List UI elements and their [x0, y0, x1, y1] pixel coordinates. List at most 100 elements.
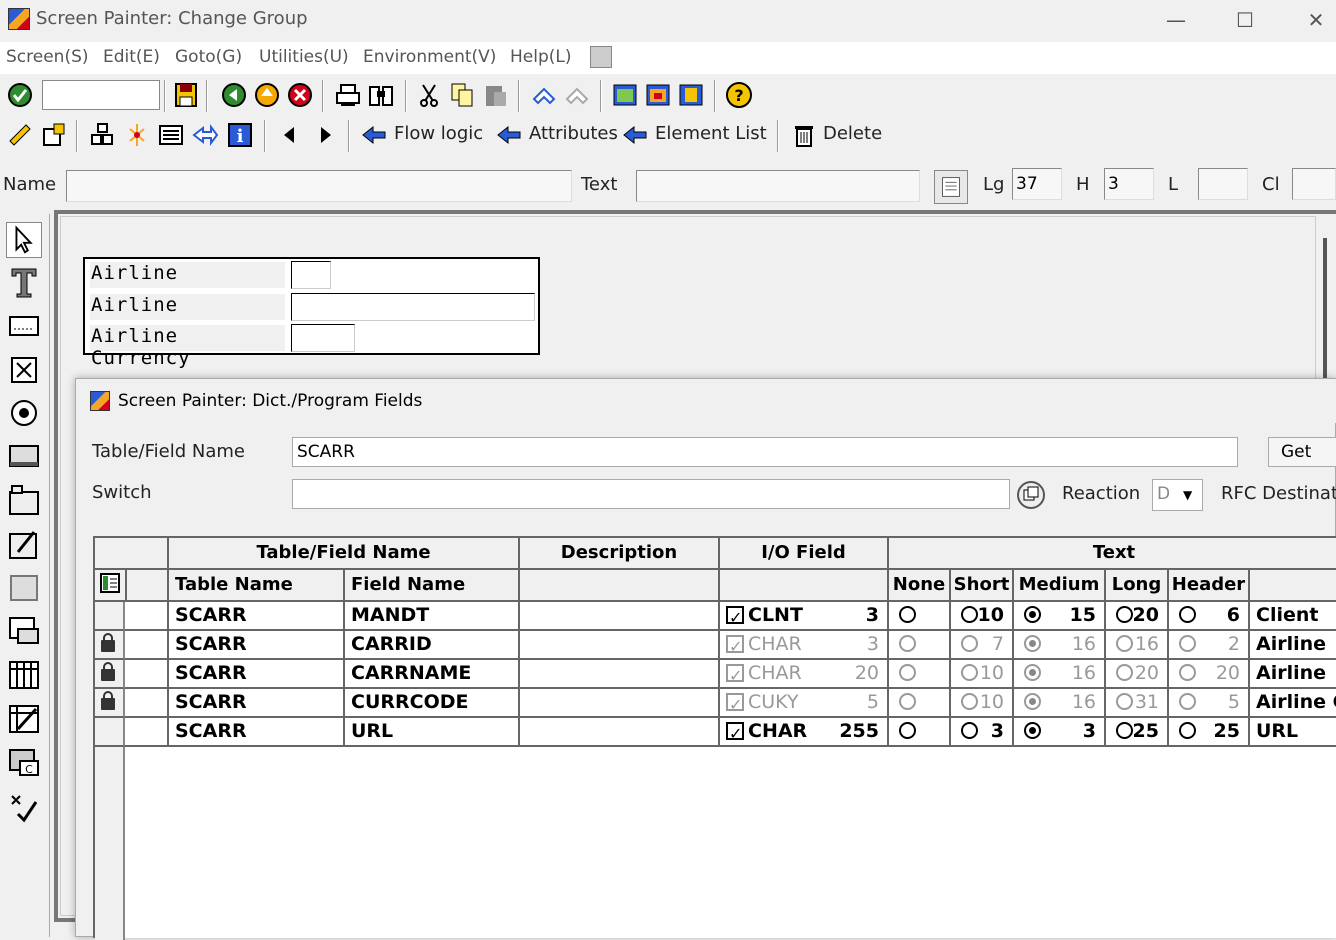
screen-input-field[interactable] — [291, 293, 535, 321]
column-field[interactable] — [1292, 168, 1336, 200]
text-short-radio[interactable] — [961, 635, 978, 652]
status-icon-tool-icon[interactable] — [6, 788, 42, 824]
pushbutton-tool-icon[interactable] — [6, 438, 42, 474]
io-field-checkbox[interactable] — [726, 720, 744, 745]
menu-goto[interactable]: Goto(G) — [175, 47, 242, 67]
col-header[interactable]: Header — [1169, 570, 1250, 602]
back-icon[interactable] — [220, 81, 248, 109]
text-short-radio[interactable] — [961, 693, 978, 710]
new-element-icon[interactable] — [123, 121, 151, 149]
text-long-radio[interactable] — [1116, 693, 1133, 710]
paste-icon[interactable] — [482, 81, 510, 109]
text-short-radio[interactable] — [961, 606, 978, 623]
text-none-radio[interactable] — [899, 635, 916, 652]
io-field-checkbox[interactable] — [726, 604, 744, 629]
tabstrip-tool-icon[interactable] — [6, 482, 42, 518]
enter-icon[interactable] — [6, 81, 34, 109]
text-header-radio[interactable] — [1179, 606, 1196, 623]
menu-edit[interactable]: Edit(E) — [103, 47, 160, 67]
get-from-dictionary-button[interactable]: Get fro — [1268, 437, 1336, 467]
line-field[interactable] — [1198, 168, 1248, 200]
command-field[interactable] — [42, 80, 160, 110]
reaction-dropdown[interactable]: D ▼ — [1152, 479, 1203, 511]
length-field[interactable]: 37 — [1012, 168, 1062, 200]
attributes-button[interactable]: Attributes — [529, 123, 618, 144]
radio-tool-icon[interactable] — [6, 395, 42, 431]
info-icon[interactable]: i — [226, 121, 254, 149]
table-wizard-icon[interactable] — [6, 701, 42, 737]
canvas-scrollbar[interactable] — [1323, 238, 1327, 383]
text-none-radio[interactable] — [899, 606, 916, 623]
minimize-button[interactable]: — — [1156, 6, 1196, 34]
screen-input-field[interactable] — [291, 324, 355, 352]
row-selector[interactable] — [95, 602, 125, 631]
custom-control-tool-icon[interactable]: C — [6, 745, 42, 781]
text-header-radio[interactable] — [1179, 693, 1196, 710]
text-medium-radio[interactable] — [1024, 722, 1041, 739]
hierarchy-icon[interactable] — [88, 121, 116, 149]
text-long-radio[interactable] — [1116, 664, 1133, 681]
trash-icon[interactable] — [790, 121, 818, 149]
cut-icon[interactable] — [415, 81, 443, 109]
cancel-icon[interactable] — [286, 81, 314, 109]
io-field-checkbox[interactable] — [726, 633, 744, 658]
find-icon[interactable] — [367, 81, 395, 109]
col-table-name[interactable]: Table Name — [169, 570, 345, 602]
flow-logic-arrow-icon[interactable] — [360, 121, 388, 149]
text-medium-radio[interactable] — [1024, 635, 1041, 652]
pointer-tool-icon[interactable] — [6, 222, 42, 258]
element-list-arrow-icon[interactable] — [621, 121, 649, 149]
text-long-radio[interactable] — [1116, 722, 1133, 739]
text-long-radio[interactable] — [1116, 635, 1133, 652]
save-icon[interactable] — [172, 81, 200, 109]
io-field-checkbox[interactable] — [726, 662, 744, 687]
copy-icon[interactable] — [448, 81, 476, 109]
graphic-icon[interactable] — [677, 81, 705, 109]
text-header-radio[interactable] — [1179, 722, 1196, 739]
check-edit-icon[interactable] — [6, 121, 34, 149]
screen-field-label[interactable]: Airline Currency — [90, 325, 285, 369]
text-none-radio[interactable] — [899, 693, 916, 710]
select-all-icon[interactable] — [95, 570, 127, 602]
text-field[interactable] — [636, 170, 920, 202]
text-medium-radio[interactable] — [1024, 606, 1041, 623]
switch-input[interactable] — [292, 479, 1010, 509]
input-field-tool-icon[interactable] — [6, 308, 42, 344]
redo-icon[interactable] — [563, 81, 591, 109]
switch-toggle-icon[interactable] — [1016, 480, 1046, 510]
tabstrip-wizard-icon[interactable] — [6, 526, 42, 562]
col-none[interactable]: None — [889, 570, 951, 602]
menu-help[interactable]: Help(L) — [510, 47, 572, 67]
previous-icon[interactable] — [276, 121, 304, 149]
activate-icon[interactable] — [40, 121, 68, 149]
flow-logic-button[interactable]: Flow logic — [394, 123, 483, 144]
screen-input-field[interactable] — [291, 261, 331, 289]
text-header-radio[interactable] — [1179, 664, 1196, 681]
transfer-icon[interactable] — [191, 121, 219, 149]
name-field[interactable] — [66, 170, 572, 202]
text-medium-radio[interactable] — [1024, 664, 1041, 681]
menu-environment[interactable]: Environment(V) — [363, 47, 496, 67]
screen-field-label[interactable]: Airline — [90, 262, 285, 288]
maximize-button[interactable]: ☐ — [1225, 6, 1265, 34]
col-io-field[interactable] — [720, 570, 889, 602]
table-control-tool-icon[interactable] — [6, 657, 42, 693]
help-icon[interactable]: ? — [725, 81, 753, 109]
row-selector[interactable] — [95, 660, 125, 689]
col-description[interactable] — [520, 570, 720, 602]
menu-screen[interactable]: Screen(S) — [6, 47, 89, 67]
attributes-arrow-icon[interactable] — [495, 121, 523, 149]
exit-icon[interactable] — [253, 81, 281, 109]
next-icon[interactable] — [311, 121, 339, 149]
text-header-radio[interactable] — [1179, 635, 1196, 652]
text-none-radio[interactable] — [899, 664, 916, 681]
print-icon[interactable] — [334, 81, 362, 109]
text-long-radio[interactable] — [1116, 606, 1133, 623]
element-list-button[interactable]: Element List — [655, 123, 767, 144]
col-long[interactable]: Long — [1106, 570, 1169, 602]
dictionary-icon[interactable] — [157, 121, 185, 149]
subscreen-tool-icon[interactable] — [6, 613, 42, 649]
text-medium-radio[interactable] — [1024, 693, 1041, 710]
table-field-name-input[interactable]: SCARR — [292, 437, 1238, 467]
col-text[interactable] — [1250, 570, 1336, 602]
